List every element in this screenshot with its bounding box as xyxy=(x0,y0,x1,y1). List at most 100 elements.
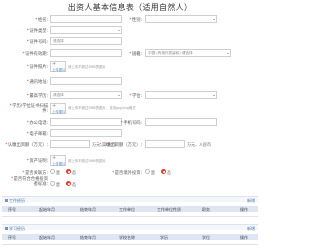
id-photo-label-text: 证件照片: xyxy=(29,65,48,70)
qualified-label: *是否符合合格投资者标准: xyxy=(8,177,48,188)
work-experience-title: 工作经历 xyxy=(5,198,25,204)
column-header: 学校名称 xyxy=(119,234,135,240)
qualified-label-text: 是否符合合格投资者标准: xyxy=(13,177,48,187)
email-input[interactable] xyxy=(50,129,122,137)
id-type-select[interactable] xyxy=(50,26,122,34)
chevron-down-icon xyxy=(118,29,120,31)
id-validity-label: *证件有效期: xyxy=(22,51,48,57)
degree-label-text: 学位: xyxy=(131,94,142,99)
qualified-yes-label: 是 xyxy=(56,182,60,187)
work-experience-title-text: 工作经历 xyxy=(9,197,25,203)
education-history-title-text: 学习经历 xyxy=(9,225,25,231)
name-label-text: 姓名: xyxy=(37,18,48,23)
page-title: 出资人基本信息表（适用自然人） xyxy=(67,3,193,12)
id-validity-label-text: 证件有效期: xyxy=(25,52,48,57)
education-label-text: 最高学历: xyxy=(29,94,48,99)
office-phone-label-text: 办公电话: xyxy=(29,121,48,126)
column-header: 结束年月 xyxy=(80,206,96,212)
related-party-no-label: 否 xyxy=(72,170,76,175)
id-validity-input[interactable] xyxy=(50,49,122,57)
subscribed-label-text: 认缴出资额（万元）: xyxy=(7,143,48,148)
table-divider xyxy=(2,216,258,217)
id-photo-label: *证件照片: xyxy=(27,64,48,70)
qualified-no-label: 否 xyxy=(72,182,76,187)
asset-proof-hint: 请上传不超过5MB的图片 xyxy=(68,159,106,163)
asset-proof-label: *资产证明: xyxy=(27,158,48,164)
chevron-down-icon xyxy=(213,18,215,20)
column-header: 序号 xyxy=(8,234,16,240)
chevron-down-icon xyxy=(118,94,120,96)
paid-input[interactable] xyxy=(145,140,185,148)
column-header: 起始年月 xyxy=(39,234,55,240)
nationality-label-text: 国籍: xyxy=(131,52,142,57)
nationality-select[interactable]: 中国·(有境外居留权)·请选择 xyxy=(145,49,231,57)
overseas-no-radio[interactable] xyxy=(161,169,166,174)
asset-proof-upload-button[interactable]: + 上传图片 xyxy=(50,155,66,166)
id-number-label-text: 证件号码: xyxy=(29,40,48,45)
gender-label: *性别: xyxy=(129,17,142,23)
upload-label: 上传图片 xyxy=(52,162,66,166)
id-type-label-text: 证件类型: xyxy=(29,29,48,34)
office-phone-input[interactable] xyxy=(50,118,122,126)
column-header: 工作单位 xyxy=(119,206,135,212)
name-input[interactable] xyxy=(50,15,122,23)
section-icon xyxy=(5,227,8,231)
email-label-text: 电子邮箱: xyxy=(29,132,48,137)
education-history-title: 学习经历 xyxy=(5,226,25,232)
education-select[interactable]: 请选择 xyxy=(50,91,122,99)
column-header: 学历 xyxy=(160,234,168,240)
degree-select[interactable] xyxy=(145,91,217,99)
chevron-down-icon xyxy=(227,52,229,54)
edu-cert-upload-button[interactable]: + 上传图片 xyxy=(50,103,66,114)
column-header: 操作 xyxy=(240,206,248,212)
id-photo-upload-button[interactable]: + 上传图片 xyxy=(50,61,66,72)
education-history-table-header: 序号 起始年月 结束年月 学校名称 学历 学位 操作 xyxy=(2,234,258,240)
name-label: *姓名: xyxy=(35,17,48,23)
qualified-yes-radio[interactable] xyxy=(50,181,55,186)
column-header: 工作单位性质 xyxy=(157,206,181,212)
related-party-yes-radio[interactable] xyxy=(50,169,55,174)
overseas-yes-label: 是 xyxy=(151,170,155,175)
edu-cert-label: *学历/学位证书扫描件: xyxy=(8,104,48,115)
chevron-down-icon xyxy=(213,94,215,96)
id-number-label: *证件号码: xyxy=(27,39,48,45)
nationality-value: 中国·(有境外居留权)·请选择 xyxy=(148,51,193,55)
email-label: *电子邮箱: xyxy=(27,131,48,137)
upload-label: 上传图片 xyxy=(52,68,66,72)
gender-label-text: 性别: xyxy=(131,18,142,23)
work-experience-table-header: 序号 起始年月 结束年月 工作单位 工作单位性质 职务 操作 xyxy=(2,206,258,212)
table-divider xyxy=(2,244,258,245)
paid-label-text: 实缴出资额（万元）: xyxy=(101,143,142,148)
column-header: 操作 xyxy=(240,234,248,240)
paid-unit: 万元，人民币 xyxy=(187,142,211,147)
education-value: 请选择 xyxy=(53,93,64,97)
mobile-label-text: 手机号码: xyxy=(123,121,142,126)
mobile-input[interactable] xyxy=(145,118,217,126)
overseas-label: *是否境外投资: xyxy=(112,170,142,176)
overseas-label-text: 是否境外投资: xyxy=(114,171,142,176)
subscribed-label: *认缴出资额（万元）: xyxy=(5,142,48,148)
column-header: 序号 xyxy=(8,206,16,212)
section-icon xyxy=(5,199,8,203)
subscribed-input[interactable] xyxy=(50,140,90,148)
id-type-label: *证件类型: xyxy=(27,28,48,34)
address-label-text: 通讯地址: xyxy=(29,80,48,85)
gender-select[interactable] xyxy=(145,15,217,23)
overseas-yes-radio[interactable] xyxy=(145,169,150,174)
related-party-label-text: 是否关联方: xyxy=(25,171,48,176)
id-photo-hint: 请上传不超过5MB的图片 xyxy=(68,65,106,69)
address-label: *通讯地址: xyxy=(27,79,48,85)
paid-label: *实缴出资额（万元）: xyxy=(99,142,142,148)
mobile-label: *手机号码: xyxy=(121,120,142,126)
column-header: 结束年月 xyxy=(80,234,96,240)
work-experience-add-button[interactable]: 新增 xyxy=(247,198,255,204)
education-history-add-button[interactable]: 新增 xyxy=(247,226,255,232)
qualified-no-radio[interactable] xyxy=(66,181,71,186)
id-number-input[interactable]: 请选择 xyxy=(50,37,122,45)
related-party-label: *是否关联方: xyxy=(22,170,48,176)
asset-proof-label-text: 资产证明: xyxy=(29,159,48,164)
education-label: *最高学历: xyxy=(27,93,48,99)
address-input[interactable] xyxy=(50,77,122,85)
degree-label: *学位: xyxy=(129,93,142,99)
related-party-no-radio[interactable] xyxy=(66,169,71,174)
